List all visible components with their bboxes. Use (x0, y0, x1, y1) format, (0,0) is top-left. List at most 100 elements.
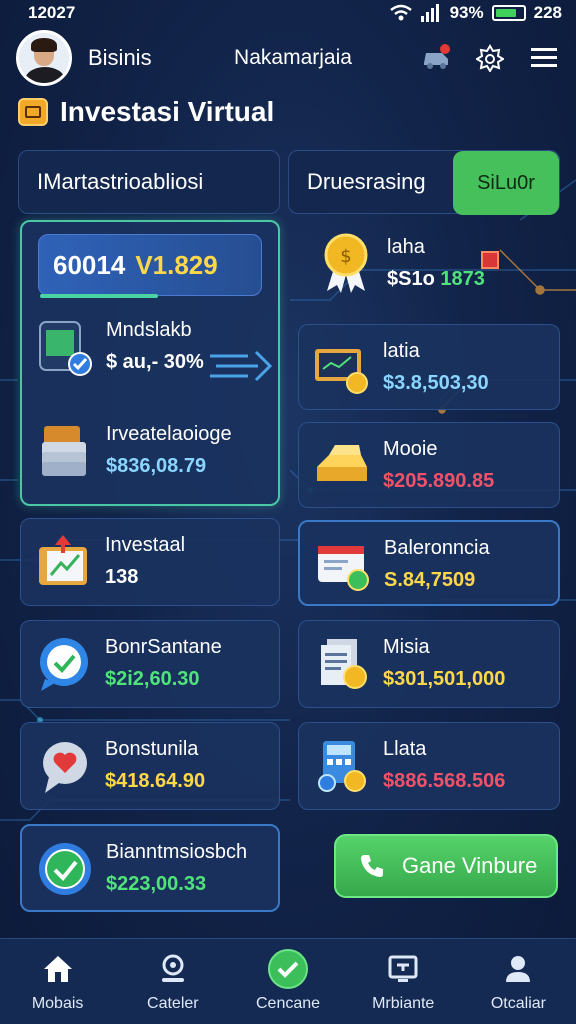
list-item[interactable]: Bonstunila $418.64.90 (35, 737, 205, 795)
tab-right[interactable]: Druesrasing SiLu0r (288, 150, 560, 215)
item-label: Misia (383, 636, 430, 658)
item-value: $3.8,503,30 (383, 372, 489, 394)
folder-chart-icon (35, 533, 93, 591)
item-value-secondary: 1873 (440, 268, 485, 290)
list-item[interactable]: Bianntmsiosbch $223,00.33 (36, 840, 247, 898)
tab-right-button-label: SiLu0r (477, 171, 535, 194)
item-label: laha (387, 236, 425, 258)
chat-check-icon (35, 635, 93, 693)
nav-item-mrbiante[interactable]: Mrbiante (346, 939, 461, 1024)
balance-progress-bar (40, 294, 158, 298)
tab-right-label: Druesrasing (307, 169, 426, 194)
list-item[interactable]: Irveatelaoioge $836,08.79 (36, 422, 232, 480)
list-item[interactable]: Misia $301,501,000 (313, 635, 505, 693)
check-circle-icon (268, 948, 308, 989)
list-item[interactable]: Baleronncia S.84,7509 (314, 536, 490, 594)
list-item[interactable]: Llata $886.568.506 (313, 737, 505, 795)
item-label: latia (383, 340, 420, 362)
documents-coin-icon (313, 635, 371, 693)
list-item[interactable]: BonrSantane $2i2,60.30 (35, 635, 222, 693)
list-item[interactable]: Mooie $205.890.85 (313, 437, 494, 495)
section-title-text: Investasi Virtual (60, 96, 275, 127)
nav-label: Cateler (147, 994, 199, 1012)
bottom-navigation: Mobais Cateler Cencane Mrbiante Otcaliar (0, 938, 576, 1024)
avatar[interactable] (16, 30, 72, 86)
item-value: $S1o (387, 268, 435, 290)
nav-label: Mrbiante (372, 994, 435, 1012)
nav-item-home[interactable]: Mobais (0, 939, 115, 1024)
item-value: S.84,7509 (384, 569, 476, 591)
item-label: Baleronncia (384, 537, 490, 559)
investment-card[interactable]: Bianntmsiosbch $223,00.33 (20, 824, 280, 912)
battery-icon (491, 5, 526, 21)
svg-text:$: $ (340, 246, 351, 267)
brand-name: Bisinis (88, 45, 152, 70)
notification-icon[interactable] (420, 42, 452, 74)
app-header: Bisinis Nakamarjaia (0, 28, 576, 88)
list-item[interactable]: Investaal 138 (35, 533, 185, 591)
nav-item-cateler[interactable]: Cateler (115, 939, 230, 1024)
chat-heart-icon (35, 737, 93, 795)
nav-item-otcaliar[interactable]: Otcaliar (461, 939, 576, 1024)
menu-icon[interactable] (528, 42, 560, 74)
list-item[interactable]: $ laha $S1o 1873 (317, 233, 485, 293)
phone-icon (361, 855, 383, 877)
item-value: $ au,- 30% (106, 351, 204, 373)
call-button-label: Gane Vinbure (402, 853, 538, 878)
balance-secondary: V1.829 (135, 249, 218, 280)
asset-card[interactable]: Llata $886.568.506 (298, 722, 560, 810)
medal-icon: $ (317, 233, 375, 293)
item-value: $886.568.506 (383, 770, 506, 792)
list-item[interactable]: latia $3.8,503,30 (313, 339, 489, 397)
item-value: $223,00.33 (106, 873, 207, 895)
money-stack-icon (36, 422, 94, 480)
flag-icon (481, 251, 499, 269)
item-value: $301,501,000 (383, 668, 506, 690)
arrow-right-icon (210, 350, 273, 382)
nav-label: Cencane (255, 994, 321, 1012)
item-label: Bianntmsiosbch (106, 841, 248, 863)
notification-badge (440, 44, 450, 54)
balance-display: 60014 V1.829 (38, 234, 262, 296)
status-extra: 228 (533, 3, 562, 22)
item-label: Mooie (383, 438, 438, 460)
phone-chart-icon (36, 318, 94, 376)
asset-card[interactable]: Misia $301,501,000 (298, 620, 560, 708)
investment-card[interactable]: Investaal 138 (20, 518, 280, 606)
signal-icon (420, 4, 439, 22)
item-label: Irveatelaoioge (106, 423, 232, 445)
home-icon (42, 951, 74, 987)
tab-left-label: IMartastrioabliosi (37, 169, 204, 194)
asset-card[interactable]: Mooie $205.890.85 (298, 422, 560, 508)
item-label: Llata (383, 738, 427, 760)
item-value: $418.64.90 (105, 770, 206, 792)
profile-icon (503, 951, 533, 987)
asset-card[interactable]: $ laha $S1o 1873 (298, 222, 560, 312)
section-title: Investasi Virtual (18, 94, 274, 130)
gold-bar-icon (313, 437, 371, 495)
investment-card[interactable]: Bonstunila $418.64.90 (20, 722, 280, 810)
nav-label: Otcaliar (490, 994, 546, 1012)
call-button[interactable]: Gane Vinbure (334, 834, 558, 898)
item-label: BonrSantane (105, 636, 222, 658)
balance-card[interactable]: 60014 V1.829 Mndslakb $ au,- 30% Irveate… (20, 220, 280, 506)
asset-card[interactable]: latia $3.8,503,30 (298, 324, 560, 410)
check-badge-icon (36, 840, 94, 898)
item-label: Mndslakb (106, 319, 192, 341)
header-title: Nakamarjaia (234, 46, 352, 69)
item-label: Bonstunila (105, 738, 199, 760)
list-item[interactable]: Mndslakb $ au,- 30% (36, 318, 204, 376)
investment-card[interactable]: BonrSantane $2i2,60.30 (20, 620, 280, 708)
battery-percent: 93% (449, 3, 484, 22)
balance-value: 60014 (53, 249, 126, 280)
settings-icon[interactable] (474, 42, 506, 74)
wifi-icon (389, 4, 412, 21)
calculator-coin-icon (313, 737, 371, 795)
tab-left[interactable]: IMartastrioabliosi (18, 150, 280, 214)
nav-label: Mobais (31, 994, 84, 1012)
nav-item-cencane[interactable]: Cencane (230, 939, 345, 1024)
tab-right-button[interactable]: SiLu0r (453, 151, 559, 215)
item-label: Investaal (105, 534, 186, 556)
item-value: 138 (105, 566, 139, 588)
asset-card[interactable]: Baleronncia S.84,7509 (298, 520, 560, 606)
